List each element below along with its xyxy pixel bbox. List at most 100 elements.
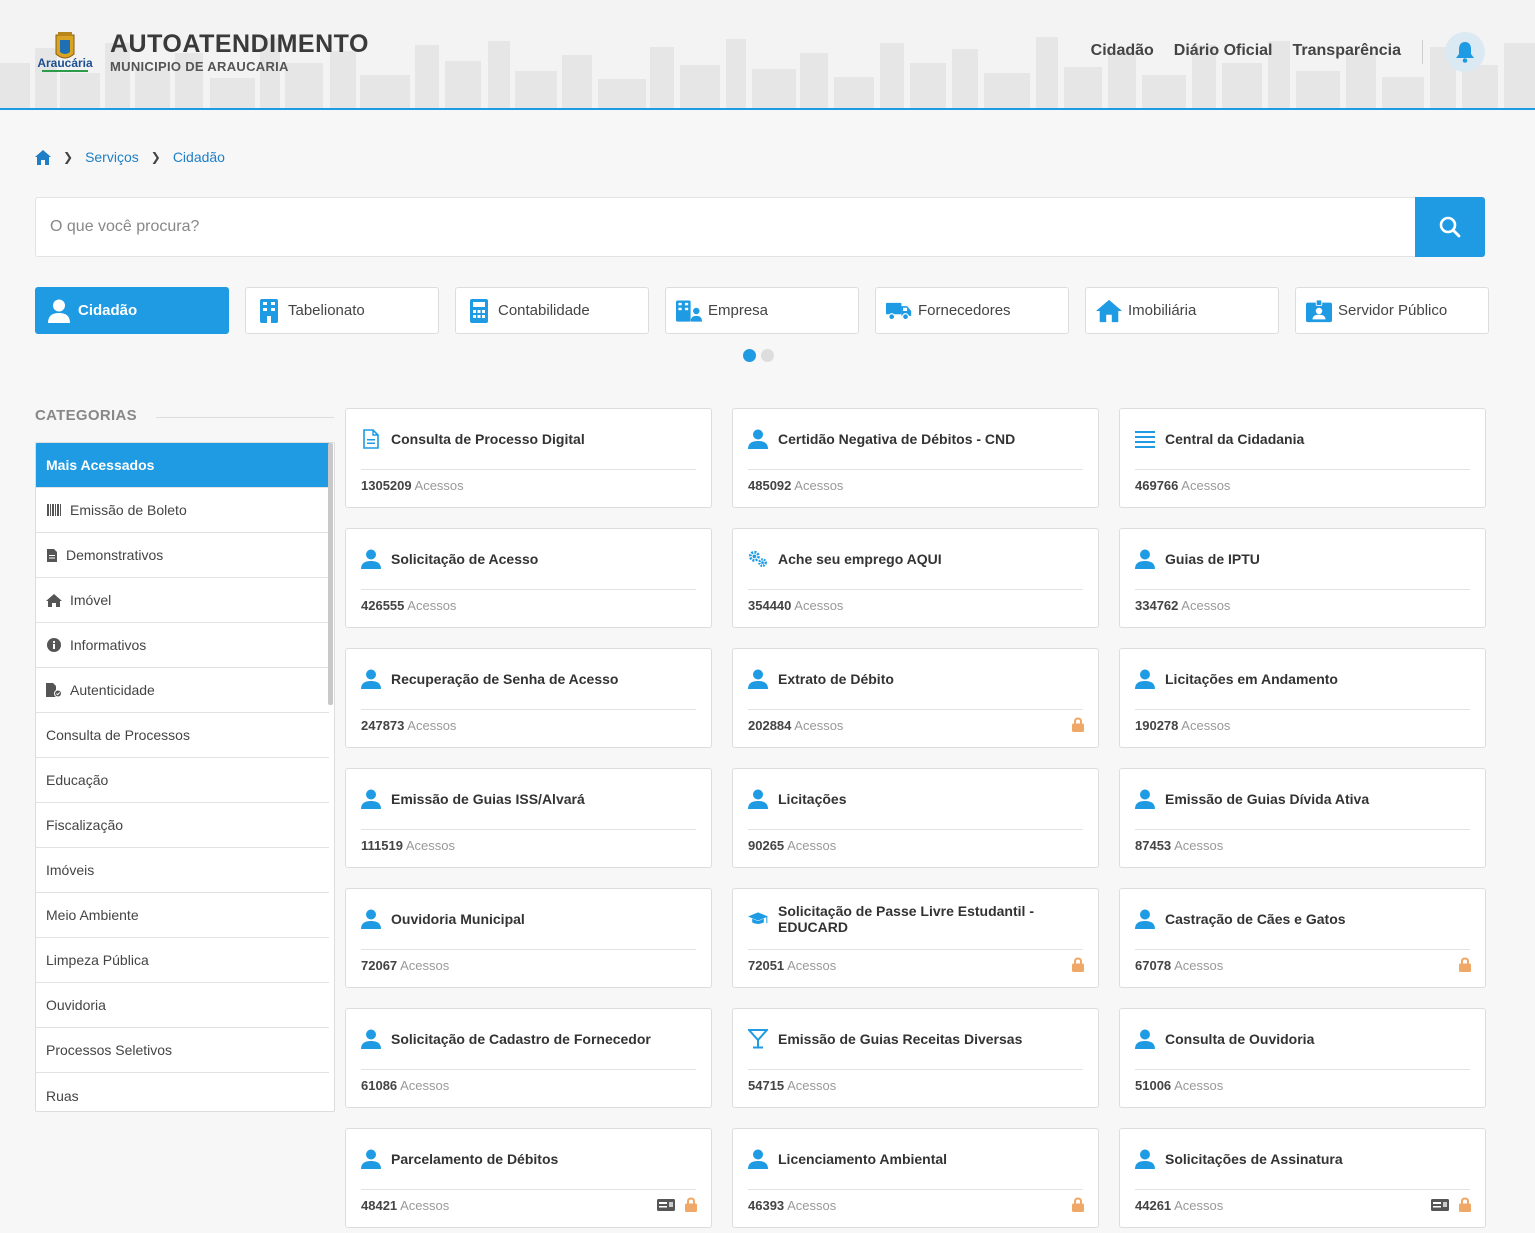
service-card[interactable]: Licenciamento Ambiental 46393 Acessos bbox=[732, 1128, 1099, 1228]
category-demonstrativos[interactable]: Demonstrativos bbox=[36, 533, 329, 578]
service-card[interactable]: Ouvidoria Municipal 72067 Acessos bbox=[345, 888, 712, 988]
carousel-dot-2[interactable] bbox=[761, 349, 774, 362]
access-count-value: 90265 bbox=[748, 838, 785, 853]
service-title: Ache seu emprego AQUI bbox=[778, 551, 942, 567]
user-icon bbox=[361, 1149, 381, 1169]
category-label: Processos Seletivos bbox=[46, 1042, 173, 1058]
profile-tabs: Cidadão Tabelionato Contabilidade Empres… bbox=[35, 287, 1489, 334]
breadcrumb-servicos[interactable]: Serviços bbox=[85, 149, 139, 165]
svg-text:Araucária: Araucária bbox=[37, 56, 93, 70]
service-card[interactable]: Emissão de Guias Receitas Diversas 54715 … bbox=[732, 1008, 1099, 1108]
access-count-value: 469766 bbox=[1135, 478, 1179, 493]
search-input[interactable] bbox=[36, 198, 1416, 256]
profile-tab-fornecedores[interactable]: Fornecedores bbox=[875, 287, 1069, 334]
category-label: Educação bbox=[46, 772, 109, 788]
profile-tab-cidadao[interactable]: Cidadão bbox=[35, 287, 229, 334]
profile-tab-contabilidade[interactable]: Contabilidade bbox=[455, 287, 649, 334]
service-card[interactable]: Solicitações de Assinatura 44261 Acessos bbox=[1119, 1128, 1486, 1228]
profile-tab-tabelionato[interactable]: Tabelionato bbox=[245, 287, 439, 334]
service-card[interactable]: Licitações 90265 Acessos bbox=[732, 768, 1099, 868]
chevron-right-icon: ❯ bbox=[63, 150, 74, 164]
category-label: Demonstrativos bbox=[66, 547, 164, 563]
service-card[interactable]: Extrato de Débito 202884 Acessos bbox=[732, 648, 1099, 748]
profile-tab-label: Servidor Público bbox=[1338, 302, 1448, 319]
nav-transparencia[interactable]: Transparência bbox=[1293, 42, 1402, 60]
profile-tab-empresa[interactable]: Empresa bbox=[665, 287, 859, 334]
service-card[interactable]: Castração de Cães e Gatos 67078 Acessos bbox=[1119, 888, 1486, 988]
profile-tab-servidor-publico[interactable]: Servidor Público bbox=[1295, 287, 1489, 334]
category-limpeza-publica[interactable]: Limpeza Pública bbox=[36, 938, 329, 983]
category-consulta-de-processos[interactable]: Consulta de Processos bbox=[36, 713, 329, 758]
access-count-value: 354440 bbox=[748, 598, 792, 613]
profile-tab-label: Tabelionato bbox=[288, 302, 365, 319]
access-count-value: 46393 bbox=[748, 1198, 785, 1213]
service-card[interactable]: Parcelamento de Débitos 48421 Acessos bbox=[345, 1128, 712, 1228]
service-card[interactable]: Consulta de Ouvidoria 51006 Acessos bbox=[1119, 1008, 1486, 1108]
service-card-header: Licitações em Andamento bbox=[1135, 649, 1470, 710]
sidebar-scrollbar[interactable] bbox=[328, 443, 333, 705]
access-count-value: 190278 bbox=[1135, 718, 1179, 733]
service-card[interactable]: Emissão de Guias ISS/Alvará 111519 Acesso… bbox=[345, 768, 712, 868]
access-count-value: 51006 bbox=[1135, 1078, 1172, 1093]
category-informativos[interactable]: Informativos bbox=[36, 623, 329, 668]
profile-tab-imobiliaria[interactable]: Imobiliária bbox=[1085, 287, 1279, 334]
service-card[interactable]: Solicitação de Acesso 426555 Acessos bbox=[345, 528, 712, 628]
service-card[interactable]: Certidão Negativa de Débitos - CND 485092… bbox=[732, 408, 1099, 508]
access-count: 61086 Acessos bbox=[361, 1078, 449, 1093]
id-badge-icon bbox=[1306, 298, 1332, 324]
access-count-label: Acessos bbox=[1181, 478, 1231, 493]
cocktail-icon bbox=[748, 1029, 768, 1049]
service-card-header: Emissão de Guias Receitas Diversas bbox=[748, 1009, 1083, 1070]
category-autenticidade[interactable]: Autenticidade bbox=[36, 668, 329, 713]
access-count-label: Acessos bbox=[405, 838, 455, 853]
access-count: 1305209 Acessos bbox=[361, 478, 464, 493]
nav-diario-oficial[interactable]: Diário Oficial bbox=[1174, 42, 1273, 60]
service-card[interactable]: Ache seu emprego AQUI 354440 Acessos bbox=[732, 528, 1099, 628]
access-count-label: Acessos bbox=[407, 598, 457, 613]
home-icon[interactable] bbox=[35, 149, 51, 165]
carousel-pagination bbox=[743, 349, 774, 362]
brand[interactable]: Araucária AUTOATENDIMENTO MUNICIPIO DE A… bbox=[34, 32, 369, 75]
service-card[interactable]: Consulta de Processo Digital 1305209 Aces… bbox=[345, 408, 712, 508]
category-imovel[interactable]: Imóvel bbox=[36, 578, 329, 623]
lock-icon bbox=[685, 1197, 697, 1212]
category-processos-seletivos[interactable]: Processos Seletivos bbox=[36, 1028, 329, 1073]
breadcrumb-cidadao[interactable]: Cidadão bbox=[173, 149, 225, 165]
user-icon bbox=[1135, 549, 1155, 569]
carousel-dot-1[interactable] bbox=[743, 349, 756, 362]
service-card-header: Guias de IPTU bbox=[1135, 529, 1470, 590]
service-title: Licenciamento Ambiental bbox=[778, 1151, 948, 1167]
service-title: Ouvidoria Municipal bbox=[391, 911, 525, 927]
card-badges bbox=[1431, 1197, 1471, 1212]
user-icon bbox=[1135, 1029, 1155, 1049]
service-card[interactable]: Solicitação de Cadastro de Fornecedor 610… bbox=[345, 1008, 712, 1108]
notifications-button[interactable] bbox=[1445, 32, 1485, 72]
service-card-header: Consulta de Processo Digital bbox=[361, 409, 696, 470]
service-card[interactable]: Licitações em Andamento 190278 Acessos bbox=[1119, 648, 1486, 748]
category-mais-acessados[interactable]: Mais Acessados bbox=[36, 443, 329, 488]
access-count: 202884 Acessos bbox=[748, 718, 843, 733]
search-button[interactable] bbox=[1415, 197, 1485, 257]
category-fiscalizacao[interactable]: Fiscalização bbox=[36, 803, 329, 848]
access-count: 87453 Acessos bbox=[1135, 838, 1223, 853]
category-ruas[interactable]: Ruas bbox=[36, 1073, 329, 1111]
card-badges bbox=[657, 1197, 697, 1212]
nav-cidadao[interactable]: Cidadão bbox=[1091, 42, 1154, 60]
service-card[interactable]: Central da Cidadania 469766 Acessos bbox=[1119, 408, 1486, 508]
service-card[interactable]: Solicitação de Passe Livre Estudantil - … bbox=[732, 888, 1099, 988]
category-educacao[interactable]: Educação bbox=[36, 758, 329, 803]
service-title: Emissão de Guias ISS/Alvará bbox=[391, 791, 585, 807]
user-icon bbox=[46, 298, 72, 324]
service-title: Parcelamento de Débitos bbox=[391, 1151, 559, 1167]
service-card[interactable]: Recuperação de Senha de Acesso 247873 Ace… bbox=[345, 648, 712, 748]
service-title: Solicitação de Passe Livre Estudantil - … bbox=[778, 903, 1034, 935]
category-meio-ambiente[interactable]: Meio Ambiente bbox=[36, 893, 329, 938]
category-imoveis[interactable]: Imóveis bbox=[36, 848, 329, 893]
category-emissao-de-boleto[interactable]: Emissão de Boleto bbox=[36, 488, 329, 533]
service-card[interactable]: Guias de IPTU 334762 Acessos bbox=[1119, 528, 1486, 628]
category-ouvidoria[interactable]: Ouvidoria bbox=[36, 983, 329, 1028]
access-count-value: 426555 bbox=[361, 598, 405, 613]
access-count-value: 48421 bbox=[361, 1198, 398, 1213]
access-count: 190278 Acessos bbox=[1135, 718, 1230, 733]
service-card[interactable]: Emissão de Guias Dívida Ativa 87453 Acess… bbox=[1119, 768, 1486, 868]
